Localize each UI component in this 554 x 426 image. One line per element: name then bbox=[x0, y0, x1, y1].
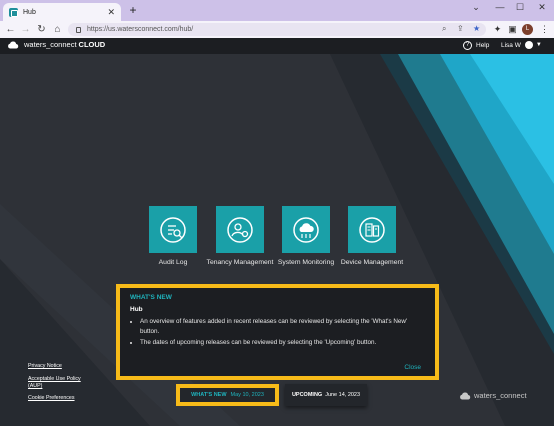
tile-label-device-management: Device Management bbox=[340, 259, 404, 266]
logo-text: waters_connect bbox=[474, 391, 527, 400]
tab-title: Hub bbox=[23, 8, 36, 16]
reload-icon[interactable]: ↻ bbox=[35, 23, 48, 36]
panel-bullet: The dates of upcoming releases can be re… bbox=[140, 338, 425, 348]
tile-system-monitoring[interactable] bbox=[282, 206, 330, 253]
cookie-preferences-link[interactable]: Cookie Preferences bbox=[28, 395, 90, 402]
whats-new-date: May 10, 2023 bbox=[230, 392, 264, 398]
browser-toolbar: ← → ↻ ⌂ https://us.watersconnect.com/hub… bbox=[0, 21, 554, 38]
users-gear-icon bbox=[227, 216, 253, 243]
upcoming-date: June 14, 2023 bbox=[325, 392, 361, 398]
profile-avatar[interactable]: L bbox=[522, 24, 533, 35]
new-tab-button[interactable]: + bbox=[126, 3, 140, 17]
acceptable-use-policy-link[interactable]: Acceptable Use Policy (AUP) bbox=[28, 376, 90, 390]
app-header: waters_connect CLOUD ? Help Lisa W ▼ bbox=[0, 38, 554, 54]
bookmark-star-icon[interactable]: ★ bbox=[473, 24, 480, 33]
cloud-logo-icon bbox=[8, 40, 19, 48]
privacy-notice-link[interactable]: Privacy Notice bbox=[28, 363, 90, 370]
share-icon[interactable]: ⇪ bbox=[457, 24, 464, 33]
brand-suffix: CLOUD bbox=[78, 40, 106, 49]
minimize-icon[interactable]: — bbox=[492, 2, 508, 12]
side-panel-icon[interactable]: ▣ bbox=[506, 23, 519, 36]
upcoming-label: UPCOMING bbox=[291, 392, 323, 398]
extensions-puzzle-icon[interactable]: ✦ bbox=[491, 23, 504, 36]
panel-bullet: An overview of features added in recent … bbox=[140, 317, 425, 336]
search-list-icon bbox=[160, 216, 186, 243]
panel-heading: WHAT'S NEW bbox=[130, 294, 172, 301]
home-icon[interactable]: ⌂ bbox=[51, 23, 64, 36]
lock-icon bbox=[76, 26, 81, 33]
help-circle-icon: ? bbox=[463, 41, 472, 50]
waters-connect-logo: waters_connect bbox=[459, 391, 527, 400]
cloud-logo-icon bbox=[460, 391, 471, 399]
user-menu[interactable]: Lisa W ▼ bbox=[501, 41, 542, 49]
tile-audit-log[interactable] bbox=[149, 206, 197, 253]
help-label: Help bbox=[476, 42, 490, 49]
tile-label-tenancy-management: Tenancy Management bbox=[206, 259, 274, 266]
tile-device-management[interactable] bbox=[348, 206, 396, 253]
devices-icon bbox=[359, 216, 385, 243]
tile-label-system-monitoring: System Monitoring bbox=[277, 259, 335, 266]
panel-subheading: Hub bbox=[130, 306, 143, 313]
tile-label-audit-log: Audit Log bbox=[158, 259, 188, 266]
browser-tab[interactable]: Hub ✕ bbox=[3, 3, 121, 21]
maximize-icon[interactable]: ☐ bbox=[512, 2, 528, 13]
zoom-icon[interactable]: ⌕ bbox=[442, 24, 446, 34]
close-tab-icon[interactable]: ✕ bbox=[107, 7, 115, 18]
user-avatar-icon bbox=[524, 41, 533, 49]
caret-down-icon: ▼ bbox=[535, 42, 542, 48]
url-text: https://us.watersconnect.com/hub/ bbox=[87, 26, 194, 33]
hub-favicon-icon bbox=[9, 7, 18, 17]
panel-bullet-list: An overview of features added in recent … bbox=[140, 317, 425, 348]
brand-name: waters_connect bbox=[24, 40, 77, 49]
cloud-monitor-icon bbox=[293, 216, 319, 243]
close-window-icon[interactable]: ✕ bbox=[534, 2, 550, 13]
address-bar[interactable]: https://us.watersconnect.com/hub/ bbox=[68, 23, 486, 36]
tab-search-chevron-icon[interactable]: ⌄ bbox=[468, 2, 484, 13]
tile-tenancy-management[interactable] bbox=[216, 206, 264, 253]
whats-new-button[interactable]: WHAT'S NEW May 10, 2023 bbox=[176, 384, 279, 406]
whats-new-label: WHAT'S NEW bbox=[191, 392, 227, 398]
back-arrow-icon[interactable]: ← bbox=[4, 23, 17, 36]
help-button[interactable]: ? Help bbox=[463, 41, 489, 50]
hub-main: Audit Log Tenancy Management System Moni… bbox=[0, 54, 554, 426]
browser-tab-bar: Hub ✕ + ⌄ — ☐ ✕ bbox=[0, 0, 554, 21]
forward-arrow-icon[interactable]: → bbox=[19, 23, 32, 36]
user-name: Lisa W bbox=[501, 41, 521, 49]
whats-new-panel: WHAT'S NEW Hub An overview of features a… bbox=[116, 284, 439, 380]
panel-close-button[interactable]: Close bbox=[404, 364, 421, 371]
more-menu-icon[interactable]: ⋮ bbox=[538, 23, 551, 36]
upcoming-button[interactable]: UPCOMING June 14, 2023 bbox=[285, 384, 367, 406]
brand-logo[interactable]: waters_connect CLOUD bbox=[7, 40, 105, 49]
